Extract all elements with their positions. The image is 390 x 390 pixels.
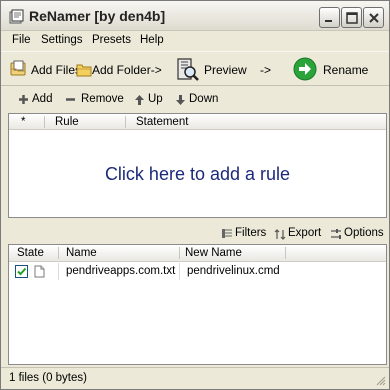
export-icon bbox=[274, 229, 286, 240]
rules-col-marker[interactable]: * bbox=[21, 116, 25, 128]
preview-button[interactable]: Preview bbox=[173, 56, 247, 82]
export-label: Export bbox=[288, 227, 322, 239]
row-divider bbox=[179, 263, 180, 280]
options-button[interactable]: Options bbox=[330, 227, 386, 241]
column-divider[interactable] bbox=[58, 247, 59, 259]
filters-label: Filters bbox=[235, 227, 267, 239]
add-folder-icon bbox=[76, 64, 92, 77]
renamer-window: ReNamer [by den4b] File Settings Presets… bbox=[0, 0, 390, 390]
files-col-name[interactable]: Name bbox=[66, 247, 97, 259]
status-text: 1 files (0 bytes) bbox=[9, 372, 87, 384]
main-toolbar: Add Files Add Folder-> Preview -> Rename bbox=[1, 51, 389, 86]
add-rule-label: Add bbox=[32, 93, 53, 105]
add-rule-button[interactable]: Add bbox=[18, 93, 56, 107]
table-row[interactable]: pendriveapps.com.txt pendrivelinux.cmd bbox=[9, 263, 286, 280]
minus-icon bbox=[66, 98, 75, 101]
menu-presets[interactable]: Presets bbox=[92, 34, 131, 46]
column-divider[interactable] bbox=[285, 247, 286, 259]
row-divider bbox=[58, 263, 59, 280]
files-col-new-name[interactable]: New Name bbox=[185, 247, 242, 259]
window-title: ReNamer [by den4b] bbox=[29, 8, 166, 24]
rules-toolbar: Add Remove Up Down bbox=[1, 88, 389, 112]
rename-arrow-icon bbox=[293, 57, 317, 81]
move-down-button[interactable]: Down bbox=[175, 93, 221, 107]
maximize-icon bbox=[346, 12, 358, 24]
preview-rename-arrow: -> bbox=[260, 63, 272, 77]
rename-label: Rename bbox=[323, 63, 369, 77]
options-label: Options bbox=[344, 227, 384, 239]
add-rule-prompt[interactable]: Click here to add a rule bbox=[9, 164, 386, 185]
export-button[interactable]: Export bbox=[274, 227, 324, 241]
checkmark-icon bbox=[17, 267, 27, 276]
move-up-button[interactable]: Up bbox=[134, 93, 166, 107]
rules-table-header: * Rule Statement bbox=[9, 114, 386, 130]
file-new-name: pendrivelinux.cmd bbox=[187, 265, 280, 277]
arrow-up-icon bbox=[135, 95, 144, 105]
rename-button[interactable]: Rename bbox=[291, 56, 369, 82]
title-bar: ReNamer [by den4b] bbox=[1, 1, 389, 31]
rules-col-statement[interactable]: Statement bbox=[136, 116, 188, 128]
file-checkbox[interactable] bbox=[15, 265, 28, 278]
resize-grip-icon[interactable] bbox=[374, 374, 386, 386]
maximize-button[interactable] bbox=[341, 7, 362, 28]
preview-icon bbox=[177, 58, 199, 81]
filters-button[interactable]: Filters bbox=[221, 227, 267, 241]
status-bar: 1 files (0 bytes) bbox=[1, 367, 389, 389]
minimize-icon bbox=[325, 20, 332, 22]
move-down-label: Down bbox=[189, 93, 219, 105]
remove-rule-button[interactable]: Remove bbox=[65, 93, 125, 107]
renamer-app-icon bbox=[9, 9, 24, 24]
menu-settings[interactable]: Settings bbox=[41, 34, 83, 46]
rules-col-rule[interactable]: Rule bbox=[55, 116, 79, 128]
files-col-state[interactable]: State bbox=[17, 247, 44, 259]
add-files-label: Add Files bbox=[31, 63, 82, 77]
close-icon bbox=[369, 13, 379, 23]
close-button[interactable] bbox=[363, 7, 384, 28]
column-divider[interactable] bbox=[179, 247, 180, 259]
column-divider[interactable] bbox=[44, 116, 45, 128]
options-icon bbox=[331, 229, 341, 239]
menu-file[interactable]: File bbox=[12, 34, 31, 46]
add-files-icon bbox=[10, 60, 26, 76]
file-name: pendriveapps.com.txt bbox=[66, 265, 176, 277]
add-folder-button[interactable]: Add Folder-> bbox=[75, 56, 162, 82]
preview-label: Preview bbox=[204, 63, 247, 77]
file-icon bbox=[34, 265, 45, 278]
remove-rule-label: Remove bbox=[81, 93, 124, 105]
move-up-label: Up bbox=[148, 93, 163, 105]
filters-icon bbox=[222, 229, 232, 238]
rules-table[interactable]: * Rule Statement Click here to add a rul… bbox=[8, 113, 387, 218]
minimize-button[interactable] bbox=[319, 7, 340, 28]
column-divider[interactable] bbox=[125, 116, 126, 128]
add-files-button[interactable]: Add Files bbox=[7, 56, 81, 82]
plus-icon bbox=[19, 95, 28, 104]
menu-help[interactable]: Help bbox=[140, 34, 164, 46]
add-folder-label: Add Folder-> bbox=[92, 63, 162, 77]
menu-bar: File Settings Presets Help bbox=[1, 31, 389, 50]
files-table-header: State Name New Name bbox=[9, 245, 386, 262]
arrow-down-icon bbox=[176, 95, 185, 105]
files-toolbar: Filters Export Options bbox=[1, 224, 389, 244]
files-table[interactable]: State Name New Name pendriveapps.com.txt… bbox=[8, 244, 387, 365]
